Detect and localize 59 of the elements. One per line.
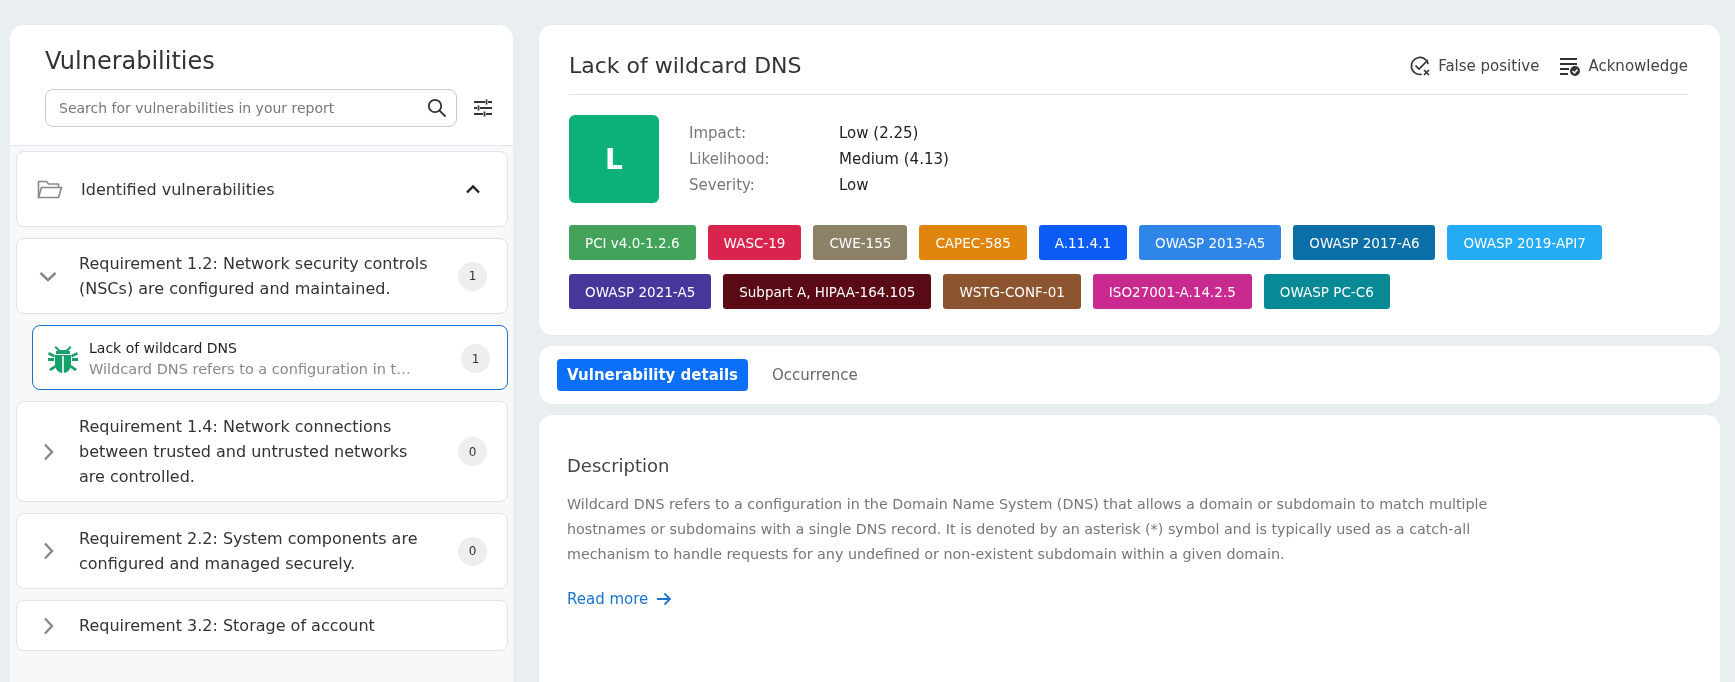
count-badge: 0 [458, 437, 487, 466]
checklist-icon [1559, 55, 1582, 76]
tab[interactable]: Occurrence [762, 359, 868, 391]
chevron-right-icon[interactable] [42, 542, 54, 560]
tag: WSTG-CONF-01 [943, 274, 1081, 309]
metric-label: Impact: [689, 124, 747, 142]
bug-icon [47, 343, 79, 374]
vulnerability-title: Lack of wildcard DNS [569, 53, 802, 78]
search-field[interactable]: Search for vulnerabilities in your report [45, 89, 457, 127]
tag: CAPEC-585 [919, 225, 1027, 260]
count-badge: 0 [458, 536, 487, 566]
metric-value: Low [839, 176, 870, 194]
requirement-item[interactable]: Requirement 2.2: System components are configured and managed securely. 0 [16, 513, 508, 589]
tag: Subpart A, HIPAA-164.105 [723, 274, 932, 309]
requirement-title: Requirement 3.2: Storage of account [79, 615, 376, 637]
chevron-down-icon[interactable] [39, 270, 57, 282]
group-header[interactable]: Identified vulnerabilities [16, 151, 508, 227]
metric-value: Low (2.25) [839, 124, 920, 142]
chevron-right-icon[interactable] [42, 442, 54, 461]
risk-badge: L [569, 115, 659, 203]
tag: OWASP 2019-API7 [1447, 225, 1602, 260]
false-positive-button[interactable]: False positive [1409, 54, 1540, 77]
section-heading: Description [567, 455, 671, 476]
group-label: Identified vulnerabilities [81, 179, 276, 199]
finding-title: Lack of wildcard DNS [89, 340, 238, 356]
filter-icon[interactable] [473, 99, 493, 117]
tag: OWASP 2017-A6 [1293, 225, 1436, 260]
count-badge: 1 [458, 261, 487, 291]
requirement-title: Requirement 1.2: Network security controls (NSCs) are configured and maintained. [79, 253, 429, 300]
tag: WASC-19 [707, 225, 802, 260]
requirement-title: Requirement 1.4: Network connections between trusted and untrusted networks are controlled. [79, 416, 409, 488]
tag: OWASP PC-C6 [1263, 274, 1390, 309]
arrow-right-icon [656, 592, 673, 606]
description-text: Wildcard DNS refers to a configuration in the Domain Name System (DNS) that allows a domain or subdomain to match multiple hostnames or subdomains with a single DNS record. It is denoted by an asterisk (*) symbol and is typically used as a catch-all mechanism to handle requests for any undefined or non-existent subdomain within a given domain. [567, 495, 1489, 564]
panel-title: Vulnerabilities [45, 47, 216, 75]
acknowledge-button[interactable]: Acknowledge [1559, 54, 1688, 77]
metric-value: Medium (4.13) [839, 150, 949, 168]
requirement-item[interactable]: Requirement 1.4: Network connections between trusted and untrusted networks are controlled. 0 [16, 401, 508, 502]
requirement-title: Requirement 2.2: System components are configured and managed securely. [79, 528, 419, 575]
tab[interactable]: Vulnerability details [557, 359, 748, 391]
chevron-up-icon[interactable] [465, 184, 481, 194]
requirement-item[interactable]: Requirement 1.2: Network security controls (NSCs) are configured and maintained. 1 [16, 238, 508, 314]
tag: OWASP 2013-A5 [1139, 225, 1282, 260]
folder-icon [37, 179, 63, 199]
tag: OWASP 2021-A5 [569, 274, 712, 309]
tag: CWE-155 [813, 225, 908, 260]
search-icon [427, 98, 447, 118]
read-more-link[interactable]: Read more [567, 590, 673, 608]
tag: PCI v4.0-1.2.6 [569, 225, 696, 260]
count-badge: 1 [461, 344, 490, 373]
requirement-item[interactable]: Requirement 3.2: Storage of account [16, 600, 508, 651]
metric-label: Likelihood: [689, 150, 771, 168]
finding-item[interactable]: Lack of wildcard DNS Wildcard DNS refers to a configuration in t… 1 [32, 325, 508, 390]
chevron-right-icon[interactable] [42, 616, 54, 635]
finding-summary: Wildcard DNS refers to a configuration in t… [89, 361, 412, 377]
tag: ISO27001-A.14.2.5 [1092, 274, 1252, 309]
metric-label: Severity: [689, 176, 756, 194]
check-circle-icon [1409, 54, 1432, 77]
tag: A.11.4.1 [1038, 225, 1127, 260]
